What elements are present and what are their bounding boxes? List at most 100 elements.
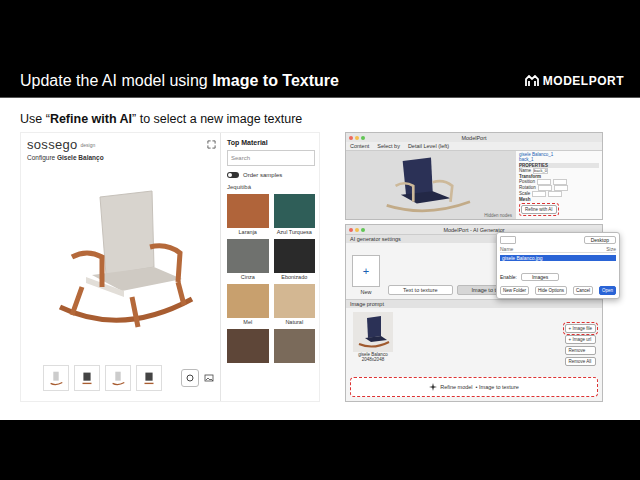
new-preset: + New xyxy=(352,255,380,295)
hierarchy-item[interactable]: gisele Balanco_1 xyxy=(519,152,599,157)
column-header[interactable]: Size xyxy=(606,246,616,252)
name-field[interactable]: back_0 xyxy=(533,168,548,174)
3d-viewport[interactable]: Hidden nodes xyxy=(346,151,516,219)
refine-with-ai-button[interactable]: Refine with AI xyxy=(521,205,557,214)
chair-thumbnail-icon xyxy=(47,369,65,387)
swatch-color xyxy=(227,239,269,273)
new-label: New xyxy=(360,289,371,295)
image-action-button[interactable]: + Image file xyxy=(565,324,596,333)
dialog-button[interactable]: Cancel xyxy=(573,286,593,295)
window-controls[interactable] xyxy=(349,228,365,232)
chair-thumbnail-icon xyxy=(78,369,96,387)
thumbnail[interactable] xyxy=(43,365,69,391)
swatch-color xyxy=(227,329,269,363)
dialog-buttons: New Folder Hide Options Cancel Open xyxy=(500,283,616,295)
new-button[interactable]: + xyxy=(352,255,380,287)
name-row: Nameback_0 xyxy=(519,168,599,174)
prompt-area: gisele Balanco 2048x2048 + Image file+ I… xyxy=(346,308,602,374)
value-field[interactable] xyxy=(532,191,546,197)
prompt-header[interactable]: Image prompt xyxy=(346,299,602,308)
dialog-button[interactable]: Hide Options xyxy=(535,286,567,295)
dialog-toolbar: Desktop xyxy=(500,236,616,244)
swatch-name: Natural xyxy=(274,318,316,325)
modelport-screenshots: ModelPort Content Select by Detail Level (… xyxy=(345,132,620,402)
toolbar: Content Select by Detail Level (left) xyxy=(346,142,602,151)
modelport-logo: MODELPORT xyxy=(525,74,624,90)
slide: Update the AI model using Image to Textu… xyxy=(0,0,640,480)
refine-model-button[interactable]: Refine model Image to texture xyxy=(350,377,598,397)
sparkle-icon xyxy=(429,383,437,391)
thumbnail[interactable] xyxy=(74,365,100,391)
file-row[interactable]: gisele Balanco.jpg xyxy=(500,255,616,261)
refine-mode: Image to texture xyxy=(476,384,519,390)
location-dropdown[interactable]: Desktop xyxy=(584,236,616,244)
material-group: Jequitibá xyxy=(227,184,315,190)
file-dialog: Desktop NameSize gisele Balanco.jpg Enab… xyxy=(496,232,620,299)
file-list: gisele Balanco.jpg xyxy=(500,255,616,271)
image-action-button[interactable]: + Image url xyxy=(565,335,596,344)
swatch[interactable]: Azul Turquesa xyxy=(274,194,316,235)
refine-highlight: Refine with AI xyxy=(519,203,559,216)
modelport-window: ModelPort Content Select by Detail Level (… xyxy=(345,132,603,220)
rotate-button[interactable] xyxy=(181,369,199,387)
window-titlebar: ModelPort xyxy=(346,133,602,142)
mesh-header[interactable]: Mesh xyxy=(519,197,599,202)
material-search[interactable]: Search xyxy=(227,150,315,166)
status-text: Hidden nodes xyxy=(484,213,512,218)
image-icon[interactable] xyxy=(204,373,214,383)
material-panel: Top Material Search Order samples Jequit… xyxy=(221,133,319,401)
material-title: Top Material xyxy=(227,139,315,146)
window-controls[interactable] xyxy=(349,136,365,140)
mode-button[interactable]: Text to texture xyxy=(388,285,453,295)
thumbnail-row xyxy=(27,363,216,397)
thumbnail[interactable] xyxy=(136,365,162,391)
slide-content: Use “Refine with AI” to select a new ima… xyxy=(0,98,640,420)
image-action-button[interactable]: Remove xyxy=(565,346,596,355)
swatch-name: Mel xyxy=(227,318,269,325)
configurator-preview: sossego design Configure Gisele Balanço xyxy=(21,133,221,401)
swatch-name: Azul Turquesa xyxy=(274,228,316,235)
toolbar-item[interactable]: Select by xyxy=(377,143,400,149)
toggle-switch[interactable] xyxy=(227,172,239,178)
properties-title: PROPERTIES xyxy=(519,163,599,168)
brand-logo: sossego xyxy=(27,137,78,152)
swatch-name: Laranja xyxy=(227,228,269,235)
fullscreen-icon[interactable] xyxy=(207,140,216,149)
order-samples-toggle[interactable]: Order samples xyxy=(227,170,315,180)
swatch-grid: Laranja Azul Turquesa Cinza Ebonizado Me… xyxy=(227,194,315,363)
logo-text: MODELPORT xyxy=(543,74,624,88)
swatch-color xyxy=(274,239,316,273)
modelport-body: Hidden nodes gisele Balanco_1back_1 PROP… xyxy=(346,151,602,219)
toolbar-item[interactable]: Detail Level (left) xyxy=(408,143,449,149)
slide-header: Update the AI model using Image to Textu… xyxy=(0,0,640,98)
enable-dropdown[interactable]: Images xyxy=(521,273,559,281)
dialog-button[interactable]: Open xyxy=(599,286,616,295)
swatch[interactable]: Laranja xyxy=(227,194,269,235)
slide-title: Update the AI model using Image to Textu… xyxy=(20,72,339,90)
swatch[interactable]: Ebonizado xyxy=(274,239,316,280)
refine-label: Refine model xyxy=(440,384,472,390)
thumbnail[interactable] xyxy=(105,365,131,391)
swatch[interactable]: Cinza xyxy=(227,239,269,280)
image-card[interactable]: gisele Balanco 2048x2048 xyxy=(352,312,394,370)
swatch[interactable] xyxy=(274,329,316,363)
chair-preview[interactable] xyxy=(27,161,216,363)
image-action-button[interactable]: Remove All xyxy=(565,357,596,366)
swatch[interactable] xyxy=(227,329,269,363)
swatch-color xyxy=(227,284,269,318)
letterbox-bottom xyxy=(0,420,640,480)
column-header[interactable]: Name xyxy=(500,246,513,252)
rocking-chair-icon xyxy=(42,187,202,337)
image-buttons: + Image file + Image url Remove Remove All xyxy=(565,312,596,370)
swatch-color xyxy=(274,329,316,363)
value-field[interactable] xyxy=(548,191,562,197)
configurator-title: Configure Gisele Balanço xyxy=(27,154,216,161)
chair-image-icon xyxy=(353,312,393,352)
view-toggle[interactable] xyxy=(500,236,516,244)
toolbar-item[interactable]: Content xyxy=(350,143,369,149)
swatch[interactable]: Natural xyxy=(274,284,316,325)
swatch[interactable]: Mel xyxy=(227,284,269,325)
swatch-color xyxy=(274,194,316,228)
dialog-button[interactable]: New Folder xyxy=(500,286,529,295)
file-list-header: Name Size xyxy=(500,246,616,253)
